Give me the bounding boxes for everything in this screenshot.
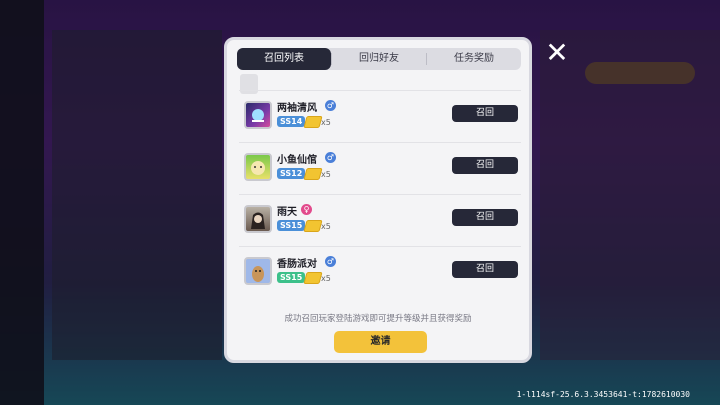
list-item: 小鱼仙倌 ♂ SS12 x5 召回 [239,142,521,194]
female-icon: ♀ [301,204,312,215]
reward-count: x5 [321,274,331,283]
level-badge: SS12 [277,168,306,179]
male-icon: ♂ [325,152,336,163]
recall-button[interactable]: 召回 [452,105,518,122]
level-badge: SS15 [277,272,306,283]
list-item: 香肠派对 ♂ SS15 x5 召回 [239,246,521,298]
level-badge: SS14 [277,116,306,127]
player-name: 两袖清风 [277,103,317,114]
tab-returning-friends[interactable]: 回归好友 [332,48,426,70]
male-icon: ♂ [325,256,336,267]
tab-recall-list[interactable]: 召回列表 [237,48,331,70]
avatar [244,257,272,285]
gold-icon [303,168,323,180]
gold-icon [303,272,323,284]
recall-button[interactable]: 召回 [452,209,518,226]
recall-dialog: 召回列表 回归好友 任务奖励 两袖清风 ♂ SS14 x5 召回 小鱼仙倌 ♂ … [224,37,532,363]
tab-bar: 召回列表 回归好友 任务奖励 [237,48,521,70]
reward-count: x5 [321,118,331,127]
recall-button[interactable]: 召回 [452,157,518,174]
version-label: 1-l114sf-25.6.3.3453641-t:1782610030 [516,390,690,399]
avatar [244,205,272,233]
reward-hint: 成功召回玩家登陆游戏即可提升等级并且获得奖励 [284,314,472,324]
reward-count: x5 [321,222,331,231]
avatar [244,153,272,181]
close-icon[interactable]: ✕ [544,39,570,67]
tab-task-rewards[interactable]: 任务奖励 [427,48,521,70]
reward-count: x5 [321,170,331,179]
male-icon: ♂ [325,100,336,111]
list-item: 两袖清风 ♂ SS14 x5 召回 [239,90,521,142]
avatar [244,101,272,129]
gold-icon [303,116,323,128]
recall-button[interactable]: 召回 [452,261,518,278]
invite-button[interactable]: 邀请 [334,331,427,353]
player-name: 小鱼仙倌 [277,155,317,166]
player-name: 香肠派对 [277,259,317,270]
level-badge: SS15 [277,220,306,231]
player-name: 雨天 [277,207,297,218]
gold-icon [303,220,323,232]
list-item: 雨天 ♀ SS15 x5 召回 [239,194,521,246]
